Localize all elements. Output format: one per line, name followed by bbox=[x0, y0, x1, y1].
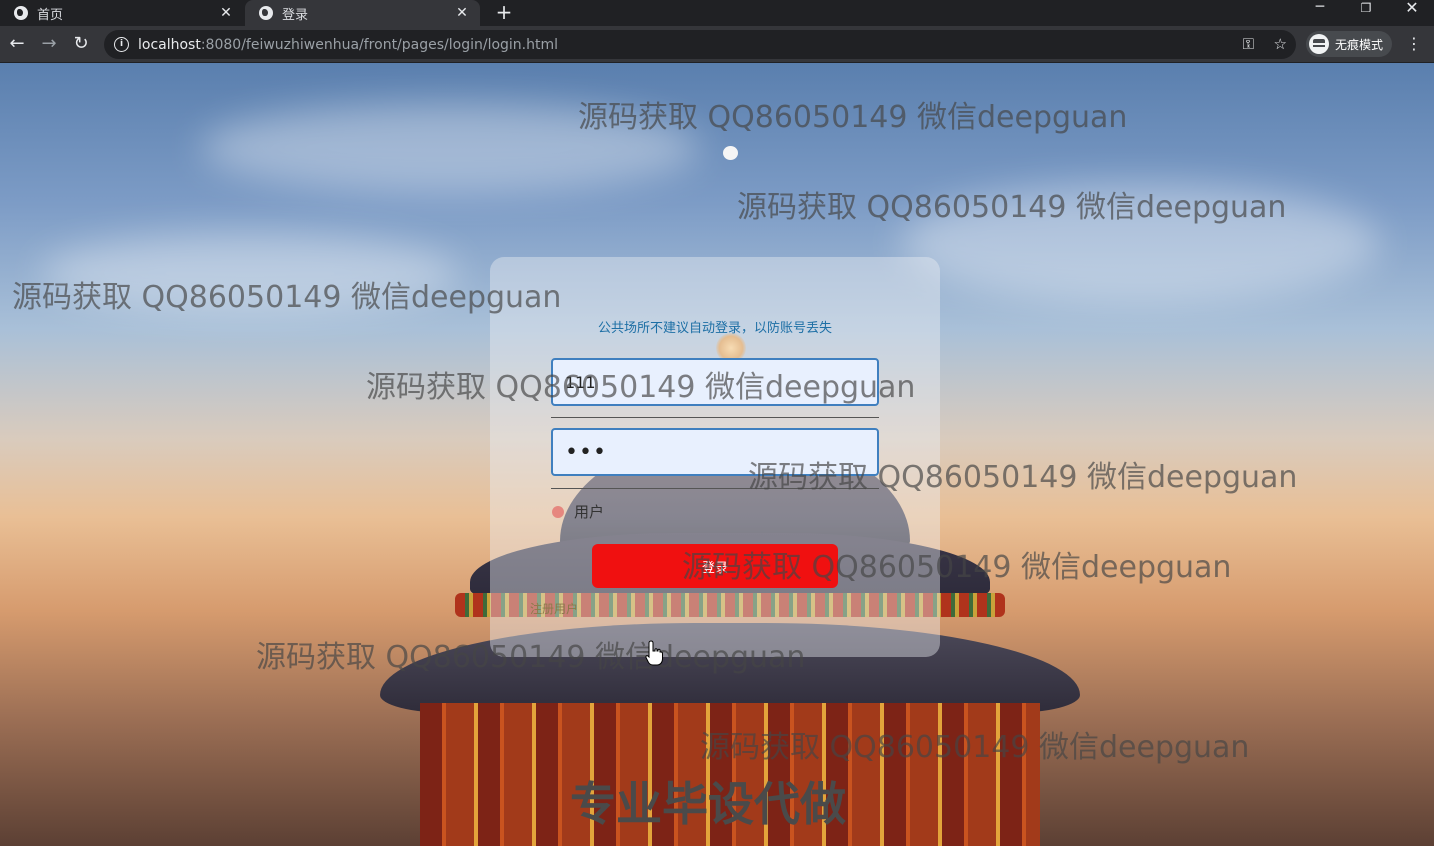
tab-home[interactable]: 首页 ✕ bbox=[0, 0, 244, 26]
role-option-user[interactable]: 用户 bbox=[552, 501, 604, 522]
incognito-indicator[interactable]: 无痕模式 bbox=[1306, 31, 1392, 57]
register-link[interactable]: 注册用户 bbox=[530, 600, 578, 617]
address-bar[interactable]: i localhost:8080/feiwuzhiwenhua/front/pa… bbox=[104, 30, 1296, 59]
new-tab-button[interactable]: + bbox=[492, 0, 516, 26]
watermark-text: 源码获取 QQ86050149 微信deepguan bbox=[366, 370, 916, 405]
moon-decoration bbox=[723, 146, 738, 160]
browser-toolbar: ← → ↻ i localhost:8080/feiwuzhiwenhua/fr… bbox=[0, 26, 1434, 63]
watermark-text: 源码获取 QQ86050149 微信deepguan bbox=[700, 730, 1250, 765]
watermark-text: 源码获取 QQ86050149 微信deepguan bbox=[578, 100, 1128, 135]
login-hint: 公共场所不建议自动登录，以防账号丢失 bbox=[597, 321, 832, 336]
close-window-button[interactable]: ✕ bbox=[1389, 0, 1434, 26]
hand-cursor-icon bbox=[645, 640, 663, 666]
minimize-button[interactable]: ─ bbox=[1297, 0, 1343, 26]
tab-title: 登录 bbox=[282, 7, 309, 23]
watermark-text: 源码获取 QQ86050149 微信deepguan bbox=[748, 460, 1298, 495]
browser-menu-icon[interactable]: ⋮ bbox=[1403, 26, 1425, 63]
url-host: localhost bbox=[138, 36, 201, 53]
page-viewport: 公共场所不建议自动登录，以防账号丢失 用户 登录 注册用户 源码获取 QQ860… bbox=[0, 63, 1434, 846]
watermark-text: 源码获取 QQ86050149 微信deepguan bbox=[256, 640, 806, 675]
globe-icon bbox=[14, 6, 28, 20]
tab-login[interactable]: 登录 ✕ bbox=[245, 0, 480, 26]
incognito-label: 无痕模式 bbox=[1335, 37, 1384, 52]
watermark-text: 源码获取 QQ86050149 微信deepguan bbox=[737, 190, 1287, 225]
info-icon[interactable]: i bbox=[114, 37, 129, 52]
role-radio[interactable] bbox=[552, 505, 564, 518]
watermark-bottom: 专业毕设代做 bbox=[570, 777, 846, 831]
incognito-icon bbox=[1309, 34, 1329, 54]
key-icon[interactable]: ⚿ bbox=[1243, 35, 1254, 53]
forward-button[interactable]: → bbox=[34, 26, 64, 63]
tab-title: 首页 bbox=[37, 7, 64, 23]
restore-button[interactable]: ❐ bbox=[1343, 0, 1389, 26]
close-tab-icon[interactable]: ✕ bbox=[454, 5, 470, 21]
back-button[interactable]: ← bbox=[2, 26, 32, 63]
tab-strip: 首页 ✕ 登录 ✕ + ─ ❐ ✕ bbox=[0, 0, 1434, 26]
reload-button[interactable]: ↻ bbox=[66, 26, 96, 63]
globe-icon bbox=[259, 6, 273, 20]
watermark-text: 源码获取 QQ86050149 微信deepguan bbox=[682, 550, 1232, 585]
close-tab-icon[interactable]: ✕ bbox=[218, 5, 234, 21]
star-icon[interactable]: ☆ bbox=[1274, 35, 1287, 53]
username-underline bbox=[551, 417, 879, 418]
role-label: 用户 bbox=[574, 503, 605, 521]
watermark-text: 源码获取 QQ86050149 微信deepguan bbox=[12, 280, 562, 315]
url-path: :8080/feiwuzhiwenhua/front/pages/login/l… bbox=[200, 36, 559, 53]
